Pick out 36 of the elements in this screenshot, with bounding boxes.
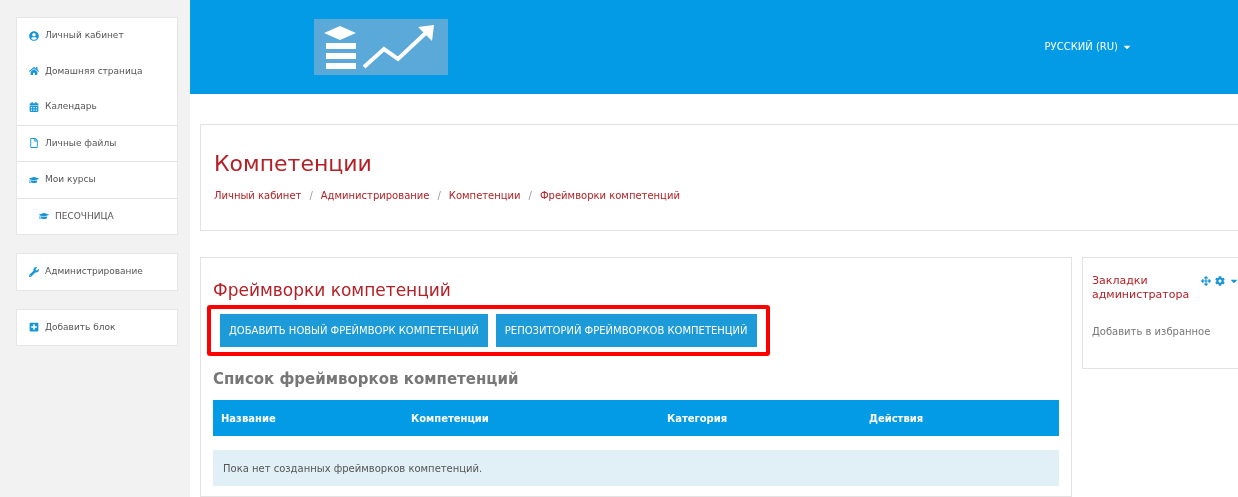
nav-item[interactable]: Мои курсы <box>17 162 177 198</box>
logo-icon <box>314 18 448 75</box>
calendar-icon <box>29 101 39 112</box>
nav-item[interactable]: Добавить блок <box>17 309 177 345</box>
column-header: Компетенции <box>411 411 490 426</box>
block-title: Закладки администратора <box>1092 274 1188 302</box>
nav-item[interactable]: Личный кабинет <box>17 18 177 54</box>
wrench-icon <box>29 266 39 277</box>
home-icon <box>29 66 39 77</box>
plus-icon <box>29 322 39 333</box>
list-title: Список фреймворков компетенций <box>213 368 520 390</box>
add-bookmark-link[interactable]: Добавить в избранное <box>1092 323 1211 339</box>
nav-item[interactable]: Администрирование <box>17 254 177 290</box>
nav-item[interactable]: Личные файлы <box>17 125 177 161</box>
graduation-cap-icon <box>29 174 39 185</box>
breadcrumb-link[interactable]: Компетенции <box>448 187 521 203</box>
breadcrumb-link[interactable]: Личный кабинет <box>214 187 302 203</box>
breadcrumb-separator: / <box>437 188 441 203</box>
column-header: Действия <box>869 411 925 426</box>
section-title: Фреймворки компетенций <box>213 279 452 302</box>
breadcrumb-separator: / <box>309 188 313 203</box>
move-icon[interactable] <box>1201 276 1211 286</box>
file-icon <box>29 138 39 149</box>
nav-item[interactable]: Домашняя страница <box>17 53 177 89</box>
nav-item[interactable]: Календарь <box>17 89 177 125</box>
column-header: Название <box>220 411 277 426</box>
nav-item[interactable]: ПЕСОЧНИЦА <box>17 198 177 234</box>
breadcrumb-separator: / <box>528 188 532 203</box>
settings-icon[interactable] <box>1215 276 1225 286</box>
graduation-cap-icon <box>39 211 49 222</box>
breadcrumb-link[interactable]: Администрирование <box>320 187 430 203</box>
column-header: Категория <box>667 411 729 426</box>
user-icon <box>29 30 39 41</box>
breadcrumb-link[interactable]: Фреймворки компетенций <box>540 187 680 203</box>
page-title: Компетенции <box>214 149 373 178</box>
empty-message: Пока нет созданных фреймворков компетенций. <box>223 461 483 476</box>
